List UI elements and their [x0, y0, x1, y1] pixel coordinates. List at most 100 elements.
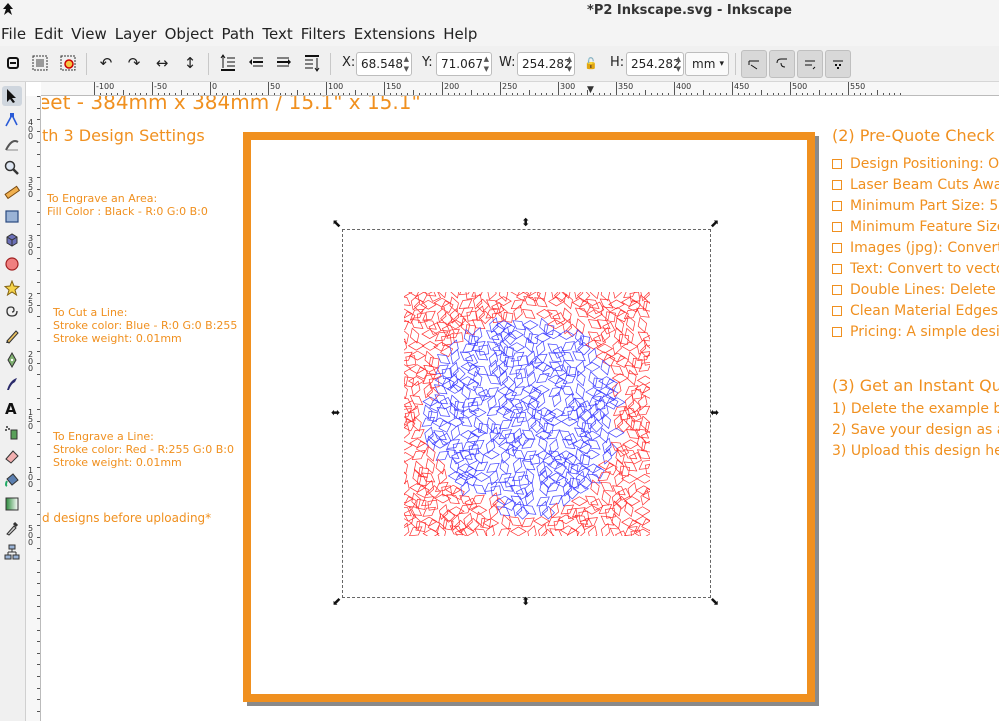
ellipse-icon [5, 257, 19, 271]
horizontal-ruler[interactable]: -100 -50 0 50 100 150 200 250 300 350 400 450 500 550… [41, 82, 999, 96]
resize-handle-top-icon[interactable]: ⬍ [521, 217, 530, 228]
move-gradients-toggle[interactable] [797, 50, 823, 78]
h-spinner[interactable]: ▲ ▼ [676, 54, 681, 74]
connector-tool[interactable] [2, 542, 22, 562]
scale-corners-toggle[interactable] [769, 50, 795, 78]
spiral-tool[interactable] [2, 302, 22, 322]
tweak-tool[interactable] [2, 134, 22, 154]
lower-to-bottom-icon[interactable] [300, 51, 324, 75]
ruler-label: 400 [676, 82, 692, 91]
pen-icon [7, 352, 17, 368]
tweak-icon [5, 140, 19, 151]
text-tool[interactable]: A [2, 398, 22, 418]
resize-handle-bottom-right-icon[interactable]: ⬊ [710, 596, 719, 607]
raise-to-top-icon[interactable] [216, 51, 240, 75]
vertical-ruler[interactable]: 400350300250200150100500 [26, 96, 41, 721]
zoom-tool[interactable] [2, 158, 22, 178]
check-item: Double Lines: Delete [832, 282, 996, 298]
h-input[interactable]: 254.282 ▲ ▼ [626, 52, 684, 76]
dropper-tool[interactable] [2, 518, 22, 538]
deselect-icon[interactable] [56, 51, 80, 75]
w-input[interactable]: 254.282 ▲ ▼ [517, 52, 575, 76]
raise-icon[interactable] [244, 51, 268, 75]
calligraphy-icon [7, 378, 17, 390]
menu-filters[interactable]: Filters [301, 25, 354, 43]
y-label: Y: [422, 55, 433, 70]
bucket-tool[interactable] [2, 470, 22, 490]
ruler-minor-tick [37, 676, 40, 677]
flip-horizontal-icon[interactable]: ↔ [150, 51, 174, 75]
ruler-minor-tick [37, 223, 40, 225]
ellipse-tool[interactable] [2, 254, 22, 274]
menu-object[interactable]: Object [165, 25, 222, 43]
ruler-minor-tick [37, 304, 40, 306]
connector-icon [4, 544, 20, 560]
rotate-cw-icon[interactable]: ↷ [122, 51, 146, 75]
menu-file[interactable]: File [1, 25, 34, 43]
ruler-minor-tick [37, 281, 40, 283]
ruler-minor-tick [37, 594, 40, 596]
flip-vertical-icon[interactable]: ↕ [178, 51, 202, 75]
resize-handle-left-icon[interactable]: ⬌ [331, 407, 340, 418]
menu-view[interactable]: View [71, 25, 115, 43]
calligraphy-tool[interactable] [2, 374, 22, 394]
resize-handle-top-right-icon[interactable]: ⬈ [710, 218, 719, 229]
menu-extensions[interactable]: Extensions [354, 25, 443, 43]
resize-handle-bottom-icon[interactable]: ⬍ [521, 596, 530, 607]
3dbox-tool[interactable] [2, 230, 22, 250]
3dbox-icon [6, 233, 18, 247]
ruler-minor-tick [37, 258, 40, 260]
ruler-major-tick [790, 82, 791, 95]
measure-tool[interactable] [2, 182, 22, 202]
select-all-icon[interactable] [1, 51, 25, 75]
pencil-tool[interactable] [2, 326, 22, 346]
ruler-minor-tick [37, 130, 40, 132]
move-patterns-toggle[interactable] [825, 50, 851, 78]
lock-ratio-icon[interactable]: 🔓 [579, 51, 603, 75]
rotate-ccw-icon[interactable]: ↶ [94, 51, 118, 75]
unit-select[interactable]: mm ▾ [685, 52, 729, 76]
w-spinner[interactable]: ▲ ▼ [567, 54, 572, 74]
check-item: Clean Material Edges [832, 303, 998, 319]
selection-bounding-box[interactable] [342, 229, 711, 598]
checkbox-icon [832, 243, 842, 253]
check-item: Pricing: A simple desi [832, 324, 999, 340]
ruler-label: -50 [154, 82, 168, 91]
spray-tool[interactable] [2, 422, 22, 442]
rectangle-tool[interactable] [2, 206, 22, 226]
menu-help[interactable]: Help [443, 25, 485, 43]
pen-tool[interactable] [2, 350, 22, 370]
upload-footnote: d designs before uploading* [42, 511, 212, 525]
star-tool[interactable] [2, 278, 22, 298]
menu-path[interactable]: Path [221, 25, 262, 43]
y-spinner[interactable]: ▲ ▼ [484, 54, 489, 74]
select-all-layers-icon[interactable] [28, 51, 52, 75]
lower-icon[interactable] [272, 51, 296, 75]
bucket-icon [5, 473, 19, 487]
menu-text[interactable]: Text [262, 25, 300, 43]
scale-stroke-toggle[interactable] [741, 50, 767, 78]
selector-tool[interactable] [2, 86, 22, 106]
eraser-tool[interactable] [2, 446, 22, 466]
y-input[interactable]: 71.067 ▲ ▼ [436, 52, 492, 76]
drawing-canvas[interactable]: eet - 384mm x 384mm / 15.1" x 15.1" th 3… [42, 96, 999, 721]
ruler-label: 250 [502, 82, 518, 91]
ruler-minor-tick [37, 502, 40, 503]
step-item: 1) Delete the example b [832, 401, 999, 417]
x-input[interactable]: 68.548 ▲ ▼ [356, 52, 412, 76]
ruler-minor-tick [37, 188, 40, 190]
menu-layer[interactable]: Layer [115, 25, 165, 43]
gradient-tool[interactable] [2, 494, 22, 514]
checkbox-icon [832, 222, 842, 232]
resize-handle-bottom-left-icon[interactable]: ⬋ [332, 596, 341, 607]
ruler-minor-tick [37, 490, 40, 492]
title-bar: *P2 Inkscape.svg - Inkscape [0, 0, 999, 22]
resize-handle-top-left-icon[interactable]: ⬉ [332, 218, 341, 229]
menu-edit[interactable]: Edit [34, 25, 71, 43]
ruler-minor-tick [37, 328, 40, 329]
resize-handle-right-icon[interactable]: ⬌ [710, 407, 719, 418]
ruler-minor-tick [37, 386, 40, 387]
node-tool[interactable] [2, 110, 22, 130]
x-spinner[interactable]: ▲ ▼ [404, 54, 409, 74]
eraser-icon [5, 450, 19, 464]
